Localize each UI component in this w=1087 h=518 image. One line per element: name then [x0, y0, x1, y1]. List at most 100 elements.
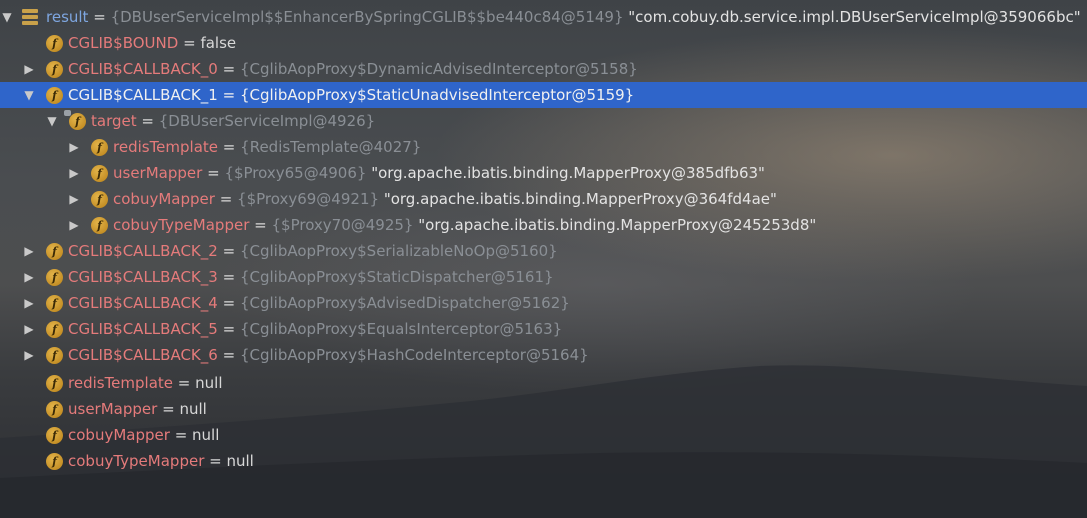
equals-sign: =: [177, 374, 191, 392]
equals-sign: =: [219, 190, 233, 208]
expand-arrow-icon[interactable]: ▶: [68, 193, 80, 205]
tree-row-redis-template[interactable]: f redisTemplate = null: [0, 370, 1087, 396]
variable-value: null: [226, 452, 254, 470]
expand-arrow-icon[interactable]: ▶: [68, 219, 80, 231]
locked-field-icon: f: [64, 109, 86, 130]
equals-sign: =: [209, 452, 222, 470]
tree-row-target[interactable]: ▼ f target = {DBUserServiceImpl@4926}: [0, 108, 1087, 134]
field-icon: f: [91, 190, 108, 208]
collapse-arrow-icon[interactable]: ▼: [46, 115, 58, 127]
field-icon: f: [91, 216, 108, 234]
field-icon: f: [46, 320, 63, 338]
variable-name: result: [46, 8, 89, 26]
tree-row-target-cobuy-mapper[interactable]: ▶ f cobuyMapper = {$Proxy69@4921} "org.a…: [0, 186, 1087, 212]
list-icon: [22, 9, 38, 25]
field-icon: f: [91, 164, 108, 182]
equals-sign: =: [93, 8, 106, 26]
variable-name: CGLIB$CALLBACK_2: [68, 242, 218, 260]
tree-row-cglib-bound[interactable]: f CGLIB$BOUND = false: [0, 30, 1087, 56]
equals-sign: =: [207, 164, 220, 182]
variable-name: redisTemplate: [68, 374, 174, 392]
tree-row-cglib-callback-6[interactable]: ▶ f CGLIB$CALLBACK_6 = {CglibAopProxy$Ha…: [0, 342, 1087, 368]
variable-name: CGLIB$CALLBACK_3: [68, 268, 218, 286]
expand-arrow-icon[interactable]: ▶: [23, 271, 35, 283]
variable-name: CGLIB$CALLBACK_5: [68, 320, 218, 338]
tree-row-result[interactable]: ▼ result = {DBUserServiceImpl$$EnhancerB…: [0, 4, 1087, 30]
object-reference: {CglibAopProxy$StaticDispatcher@5161}: [239, 268, 554, 286]
equals-sign: =: [183, 34, 196, 52]
expand-arrow-icon[interactable]: ▶: [68, 141, 80, 153]
object-reference: {DBUserServiceImpl@4926}: [158, 112, 376, 130]
expand-arrow-icon[interactable]: ▶: [68, 167, 80, 179]
object-reference: {CglibAopProxy$EqualsInterceptor@5163}: [239, 320, 563, 338]
equals-sign: =: [141, 112, 154, 130]
variable-value: null: [179, 400, 207, 418]
object-reference: {RedisTemplate@4027}: [240, 138, 422, 156]
equals-sign: =: [254, 216, 267, 234]
variable-value: "com.cobuy.db.service.impl.DBUserService…: [628, 8, 1081, 26]
object-reference: {$Proxy69@4921}: [237, 190, 380, 208]
tree-row-cglib-callback-3[interactable]: ▶ f CGLIB$CALLBACK_3 = {CglibAopProxy$St…: [0, 264, 1087, 290]
tree-row-cglib-callback-2[interactable]: ▶ f CGLIB$CALLBACK_2 = {CglibAopProxy$Se…: [0, 238, 1087, 264]
variable-name: redisTemplate: [113, 138, 219, 156]
variable-name: userMapper: [113, 164, 203, 182]
variable-value: null: [192, 426, 220, 444]
variable-name: target: [91, 112, 137, 130]
object-reference: {CglibAopProxy$DynamicAdvisedInterceptor…: [239, 60, 638, 78]
variable-value: null: [195, 374, 223, 392]
equals-sign: =: [222, 86, 236, 104]
field-icon: f: [46, 426, 63, 444]
tree-row-cglib-callback-4[interactable]: ▶ f CGLIB$CALLBACK_4 = {CglibAopProxy$Ad…: [0, 290, 1087, 316]
equals-sign: =: [222, 320, 236, 338]
tree-row-target-cobuy-type-mapper[interactable]: ▶ f cobuyTypeMapper = {$Proxy70@4925} "o…: [0, 212, 1087, 238]
equals-sign: =: [222, 242, 236, 260]
field-icon: f: [46, 374, 63, 392]
collapse-arrow-icon[interactable]: ▼: [23, 89, 35, 101]
expand-arrow-icon[interactable]: ▶: [23, 323, 35, 335]
variable-name: userMapper: [68, 400, 158, 418]
object-reference: {CglibAopProxy$SerializableNoOp@5160}: [239, 242, 558, 260]
field-icon: f: [46, 34, 63, 52]
variable-name: CGLIB$CALLBACK_0: [68, 60, 218, 78]
object-reference: {CglibAopProxy$HashCodeInterceptor@5164}: [239, 346, 589, 364]
field-icon: f: [46, 268, 63, 286]
variable-name: CGLIB$CALLBACK_1: [68, 86, 218, 104]
tree-row-target-user-mapper[interactable]: ▶ f userMapper = {$Proxy65@4906} "org.ap…: [0, 160, 1087, 186]
expand-arrow-icon[interactable]: ▶: [23, 297, 35, 309]
field-icon: f: [91, 138, 108, 156]
tree-row-target-redis-template[interactable]: ▶ f redisTemplate = {RedisTemplate@4027}: [0, 134, 1087, 160]
tree-row-cglib-callback-0[interactable]: ▶ f CGLIB$CALLBACK_0 = {CglibAopProxy$Dy…: [0, 56, 1087, 82]
variable-name: CGLIB$BOUND: [68, 34, 179, 52]
variable-value: "org.apache.ibatis.binding.MapperProxy@2…: [418, 216, 817, 234]
equals-sign: =: [162, 400, 175, 418]
variable-name: CGLIB$CALLBACK_4: [68, 294, 218, 312]
lock-icon: [64, 109, 71, 116]
equals-sign: =: [174, 426, 188, 444]
equals-sign: =: [222, 294, 236, 312]
tree-row-cobuy-type-mapper[interactable]: f cobuyTypeMapper = null: [0, 448, 1087, 474]
field-icon: f: [46, 242, 63, 260]
variable-value: false: [200, 34, 237, 52]
object-reference: {$Proxy70@4925}: [271, 216, 414, 234]
object-reference: {CglibAopProxy$StaticUnadvisedIntercepto…: [239, 86, 635, 104]
field-icon: f: [46, 60, 63, 78]
variable-value: "org.apache.ibatis.binding.MapperProxy@3…: [371, 164, 765, 182]
tree-row-user-mapper[interactable]: f userMapper = null: [0, 396, 1087, 422]
field-icon: f: [46, 294, 63, 312]
expand-arrow-icon[interactable]: ▶: [23, 349, 35, 361]
equals-sign: =: [222, 268, 236, 286]
variable-value: "org.apache.ibatis.binding.MapperProxy@3…: [383, 190, 777, 208]
field-icon: f: [46, 86, 63, 104]
variable-name: cobuyMapper: [68, 426, 170, 444]
object-reference: {$Proxy65@4906}: [224, 164, 367, 182]
expand-arrow-icon[interactable]: ▶: [23, 63, 35, 75]
tree-row-cglib-callback-1[interactable]: ▼ f CGLIB$CALLBACK_1 = {CglibAopProxy$St…: [0, 82, 1087, 108]
tree-row-cobuy-mapper[interactable]: f cobuyMapper = null: [0, 422, 1087, 448]
variable-name: CGLIB$CALLBACK_6: [68, 346, 218, 364]
field-icon: f: [46, 400, 63, 418]
tree-row-cglib-callback-5[interactable]: ▶ f CGLIB$CALLBACK_5 = {CglibAopProxy$Eq…: [0, 316, 1087, 342]
object-reference: {CglibAopProxy$AdvisedDispatcher@5162}: [239, 294, 570, 312]
field-icon: f: [46, 346, 63, 364]
collapse-arrow-icon[interactable]: ▼: [1, 11, 13, 23]
expand-arrow-icon[interactable]: ▶: [23, 245, 35, 257]
